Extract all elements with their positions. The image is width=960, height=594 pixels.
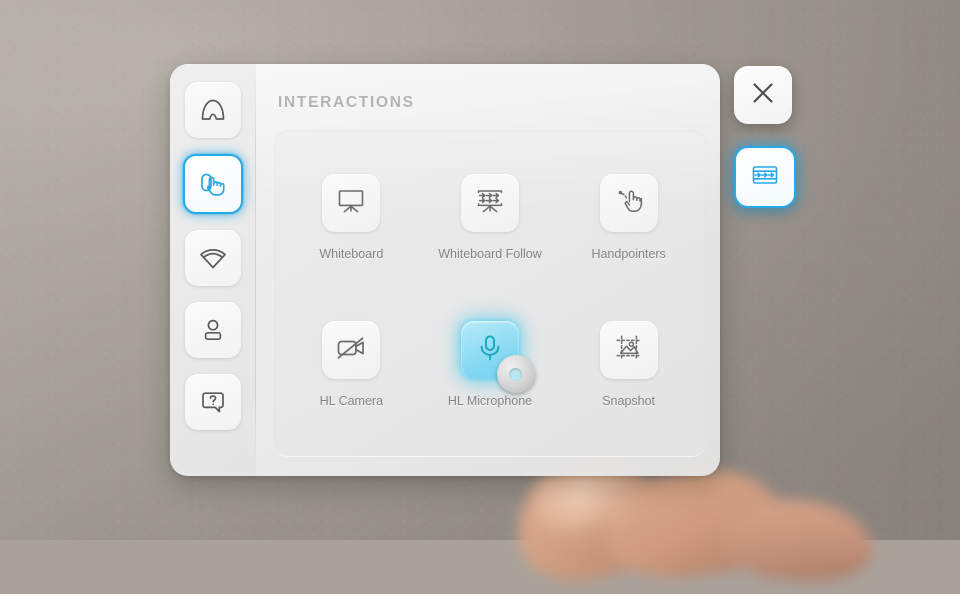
arch-home-icon (198, 95, 228, 125)
wifi-icon (197, 242, 229, 274)
tile-whiteboard-follow[interactable]: Whiteboard Follow (426, 174, 554, 261)
panel-content: INTERACTIONS Whiteboard Whiteboard Follo… (256, 64, 720, 476)
gaze-cursor (496, 355, 535, 393)
close-button[interactable] (734, 66, 792, 124)
microphone-icon-container[interactable] (460, 321, 535, 393)
interactions-card: Whiteboard Whiteboard Follow Handpointer… (274, 130, 706, 456)
question-chat-icon (198, 387, 228, 417)
whiteboard-follow-icon-container[interactable] (460, 174, 519, 232)
tile-row-top: Whiteboard Whiteboard Follow Handpointer… (282, 174, 698, 261)
sidebar-item-interactions[interactable] (183, 154, 243, 214)
page-title: INTERACTIONS (278, 94, 415, 111)
whiteboard-icon (334, 184, 368, 223)
tile-whiteboard[interactable]: Whiteboard (287, 174, 415, 261)
holographic-settings-panel: INTERACTIONS Whiteboard Whiteboard Follo… (170, 64, 720, 476)
sidebar (170, 64, 256, 476)
tile-label: Snapshot (602, 394, 656, 408)
panel-menu-icon (749, 159, 781, 196)
tile-label: Handpointers (591, 247, 666, 261)
sidebar-item-network[interactable] (185, 230, 241, 286)
close-x-icon (748, 78, 778, 113)
tile-label: HL Microphone (447, 394, 533, 408)
handpointer-icon-container[interactable] (599, 174, 658, 232)
camera-off-icon-container[interactable] (322, 321, 381, 379)
snapshot-icon-container[interactable] (599, 321, 658, 379)
handpointer-icon (612, 184, 646, 223)
tile-label: Whiteboard Follow (438, 247, 542, 261)
sidebar-item-help[interactable] (185, 374, 241, 430)
camera-off-icon (334, 331, 368, 370)
panel-toggle-button[interactable] (734, 146, 796, 208)
snapshot-icon (612, 331, 646, 370)
whiteboard-follow-icon (473, 184, 507, 223)
tile-handpointers[interactable]: Handpointers (565, 174, 693, 261)
person-icon (198, 315, 228, 345)
tile-hl-microphone[interactable]: HL Microphone (426, 321, 554, 408)
whiteboard-icon-container[interactable] (322, 174, 381, 232)
tile-label: Whiteboard (319, 247, 384, 261)
tile-hl-camera[interactable]: HL Camera (287, 321, 415, 408)
tile-snapshot[interactable]: Snapshot (565, 321, 693, 408)
tile-row-bottom: HL Camera HL Microphone Snapshot (282, 321, 698, 408)
hand-tap-icon (197, 168, 229, 200)
tile-label: HL Camera (319, 394, 384, 408)
sidebar-item-home[interactable] (185, 82, 241, 138)
sidebar-item-profile[interactable] (185, 302, 241, 358)
